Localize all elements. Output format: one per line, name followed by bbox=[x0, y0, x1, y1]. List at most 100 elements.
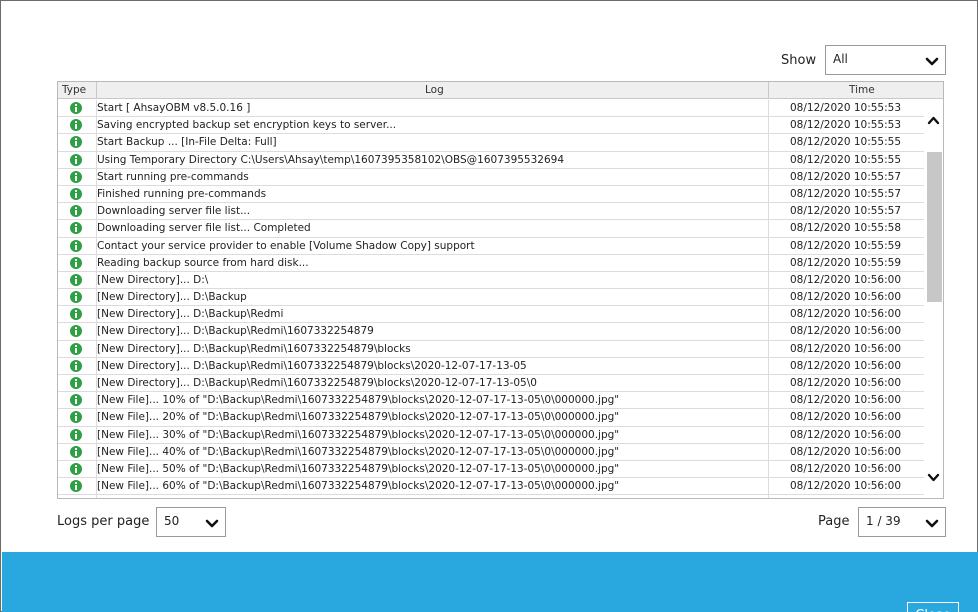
table-row[interactable]: Downloading server file list... 08/12/202… bbox=[58, 203, 924, 221]
scroll-up-icon[interactable] bbox=[927, 115, 940, 125]
log-time: 08/12/2020 10:55:55 bbox=[790, 153, 902, 166]
log-time: 08/12/2020 10:56:00 bbox=[790, 308, 902, 321]
table-row[interactable]: Contact your service provider to enable … bbox=[58, 238, 924, 255]
info-icon bbox=[70, 153, 82, 166]
log-message: [New Directory]... D:\Backup\Redmi bbox=[97, 308, 284, 321]
info-icon bbox=[70, 325, 82, 338]
scroll-down-icon[interactable] bbox=[927, 473, 940, 483]
action-bar: Close bbox=[2, 552, 978, 612]
log-message: [New Directory]... D:\Backup\Redmi\16073… bbox=[97, 359, 527, 372]
log-message: [New File]... 50% of "D:\Backup\Redmi\16… bbox=[97, 462, 620, 475]
log-message: [New File]... 30% of "D:\Backup\Redmi\16… bbox=[97, 428, 620, 441]
info-icon bbox=[70, 256, 82, 269]
page-value: 1 / 39 bbox=[866, 514, 901, 528]
info-icon bbox=[70, 445, 82, 458]
logs-per-page-label: Logs per page bbox=[57, 514, 150, 529]
log-message: Start Backup ... [In-File Delta: Full] bbox=[97, 136, 277, 149]
table-row[interactable]: [New File]... 50% of "D:\Backup\Redmi\16… bbox=[58, 461, 924, 479]
column-divider[interactable] bbox=[96, 82, 97, 99]
log-time: 08/12/2020 10:56:00 bbox=[790, 359, 902, 372]
column-header-time[interactable]: Time bbox=[849, 84, 875, 96]
info-icon bbox=[70, 273, 82, 286]
table-row[interactable]: Downloading server file list... Complete… bbox=[58, 220, 924, 238]
show-filter-select[interactable]: All bbox=[825, 45, 946, 75]
log-message: Downloading server file list... Complete… bbox=[97, 222, 311, 235]
log-message: Using Temporary Directory C:\Users\Ahsay… bbox=[97, 153, 565, 166]
log-time: 08/12/2020 10:56:00 bbox=[790, 273, 902, 286]
log-time: 08/12/2020 10:55:59 bbox=[790, 239, 902, 252]
log-time: 08/12/2020 10:55:55 bbox=[790, 136, 902, 149]
info-icon bbox=[70, 102, 82, 114]
column-header-type[interactable]: Type bbox=[62, 84, 86, 96]
info-icon bbox=[70, 170, 82, 183]
chevron-down-icon bbox=[925, 57, 939, 66]
log-message: Contact your service provider to enable … bbox=[97, 239, 475, 252]
table-row[interactable]: [New File]... 40% of "D:\Backup\Redmi\16… bbox=[58, 444, 924, 461]
log-time: 08/12/2020 10:55:59 bbox=[790, 256, 902, 269]
show-filter-label: Show bbox=[781, 53, 817, 68]
info-icon bbox=[70, 205, 82, 218]
table-row[interactable]: [New Directory]... D:\ 08/12/2020 10:56:0… bbox=[58, 272, 924, 290]
log-time: 08/12/2020 10:55:57 bbox=[790, 205, 902, 218]
log-time: 08/12/2020 10:55:58 bbox=[790, 222, 902, 235]
page-label: Page bbox=[818, 514, 850, 529]
log-time: 08/12/2020 10:55:57 bbox=[790, 187, 902, 200]
logs-per-page-value: 50 bbox=[164, 514, 180, 528]
logs-per-page-select[interactable]: 50 bbox=[156, 507, 226, 537]
table-row[interactable]: [New Directory]... D:\Backup\Redmi\16073… bbox=[58, 323, 924, 341]
info-icon bbox=[70, 359, 82, 372]
log-message: [New File]... 10% of "D:\Backup\Redmi\16… bbox=[97, 394, 620, 407]
log-message: [New Directory]... D:\Backup\Redmi\16073… bbox=[97, 325, 374, 338]
chevron-down-icon bbox=[925, 519, 939, 528]
info-icon bbox=[70, 239, 82, 252]
table-row[interactable]: Start [ AhsayOBM v8.5.0.16 ] 08/12/2020 1… bbox=[58, 100, 924, 118]
log-message: [New Directory]... D:\Backup\Redmi\16073… bbox=[97, 342, 411, 355]
info-icon bbox=[70, 119, 82, 132]
table-row[interactable]: [New Directory]... D:\Backup\Redmi\16073… bbox=[58, 341, 924, 358]
table-row[interactable]: Start Backup ... [In-File Delta: Full] 08… bbox=[58, 134, 924, 152]
info-icon bbox=[70, 291, 82, 304]
page-select[interactable]: 1 / 39 bbox=[858, 507, 946, 537]
log-time: 08/12/2020 10:55:53 bbox=[790, 119, 902, 132]
log-time: 08/12/2020 10:55:57 bbox=[790, 170, 902, 183]
table-row[interactable]: Using Temporary Directory C:\Users\Ahsay… bbox=[58, 152, 924, 169]
log-message: [New File]... 40% of "D:\Backup\Redmi\16… bbox=[97, 445, 620, 458]
table-row[interactable]: [New Directory]... D:\Backup 08/12/2020 1… bbox=[58, 289, 924, 307]
info-icon bbox=[70, 136, 82, 149]
table-row[interactable]: Saving encrypted backup set encryption k… bbox=[58, 117, 924, 135]
column-header-log[interactable]: Log bbox=[425, 84, 444, 96]
log-message: [New File]... 60% of "D:\Backup\Redmi\16… bbox=[97, 480, 620, 493]
table-header: Type Log Time bbox=[58, 82, 943, 99]
table-row[interactable]: [New File]... 10% of "D:\Backup\Redmi\16… bbox=[58, 392, 924, 410]
vertical-scrollbar[interactable] bbox=[924, 100, 943, 498]
info-icon bbox=[70, 480, 82, 493]
close-button[interactable]: Close bbox=[907, 602, 959, 612]
table-row[interactable]: [New File]... 60% of "D:\Backup\Redmi\16… bbox=[58, 478, 924, 496]
log-time: 08/12/2020 10:56:00 bbox=[790, 394, 902, 407]
table-row[interactable]: [New File]... 30% of "D:\Backup\Redmi\16… bbox=[58, 427, 924, 444]
log-time: 08/12/2020 10:56:00 bbox=[790, 428, 902, 441]
table-row[interactable]: [New Directory]... D:\Backup\Redmi\16073… bbox=[58, 375, 924, 393]
table-row[interactable]: [New Directory]... D:\Backup\Redmi 08/12/… bbox=[58, 306, 924, 324]
table-row[interactable]: [New File]... 20% of "D:\Backup\Redmi\16… bbox=[58, 409, 924, 427]
info-icon bbox=[70, 394, 82, 407]
log-time: 08/12/2020 10:56:00 bbox=[790, 462, 902, 475]
log-time: 08/12/2020 10:56:00 bbox=[790, 291, 902, 304]
log-message: Downloading server file list... bbox=[97, 205, 251, 218]
log-table: Type Log Time Start [ AhsayOBM v8.5.0.16… bbox=[57, 81, 944, 499]
column-divider[interactable] bbox=[768, 82, 769, 99]
info-icon bbox=[70, 411, 82, 424]
log-window: Show All Type Log Time Start [ AhsayOBM … bbox=[0, 0, 978, 612]
info-icon bbox=[70, 428, 82, 441]
table-row[interactable]: [New Directory]... D:\Backup\Redmi\16073… bbox=[58, 358, 924, 375]
table-row[interactable]: Start running pre-commands 08/12/2020 10:… bbox=[58, 169, 924, 186]
info-icon bbox=[70, 308, 82, 321]
table-row[interactable]: Reading backup source from hard disk... 0… bbox=[58, 255, 924, 272]
log-time: 08/12/2020 10:56:00 bbox=[790, 480, 902, 493]
scrollbar-thumb[interactable] bbox=[927, 152, 942, 302]
table-row[interactable]: Finished running pre-commands 08/12/2020 … bbox=[58, 186, 924, 204]
log-time: 08/12/2020 10:56:00 bbox=[790, 411, 902, 424]
log-time: 08/12/2020 10:55:53 bbox=[790, 102, 902, 114]
log-time: 08/12/2020 10:56:00 bbox=[790, 445, 902, 458]
log-message: Finished running pre-commands bbox=[97, 187, 267, 200]
